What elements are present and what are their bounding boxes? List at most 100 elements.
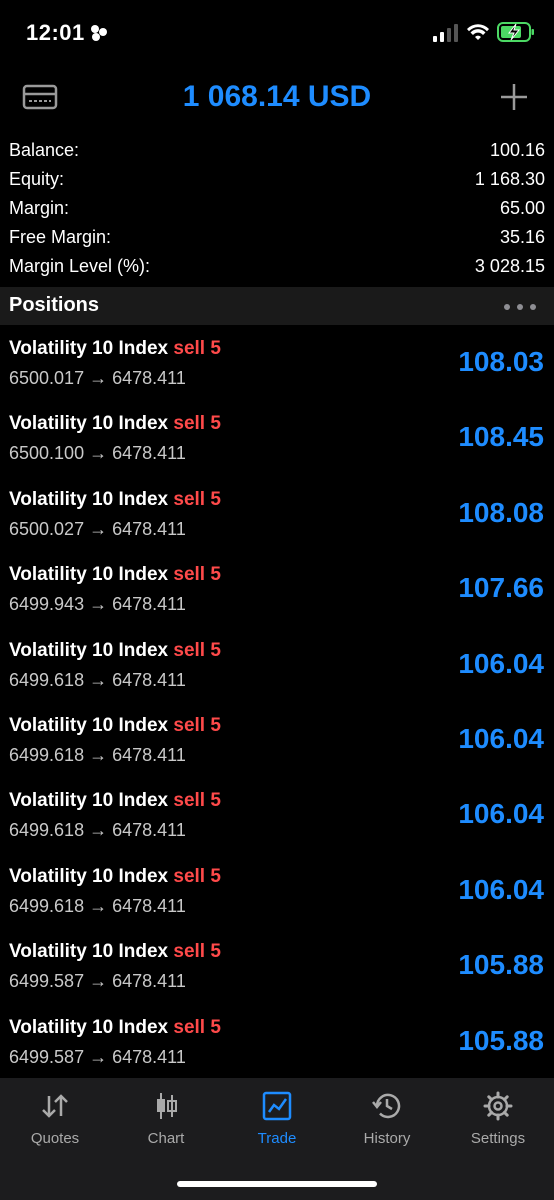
tab-trade[interactable]: Trade: [222, 1078, 332, 1158]
position-symbol: Volatility 10 Index: [9, 413, 169, 435]
position-profit: 108.08: [458, 496, 544, 528]
position-side: sell 5: [173, 338, 221, 359]
position-side: sell 5: [173, 714, 221, 736]
plus-icon[interactable]: [497, 80, 531, 114]
account-header: 1 068.14 USD: [0, 64, 554, 134]
summary-label: Balance:: [9, 140, 80, 160]
gear-icon: [483, 1091, 513, 1121]
position-side: sell 5: [173, 564, 221, 586]
cellular-signal-icon: [433, 24, 458, 42]
summary-label: Margin Level (%):: [9, 256, 151, 276]
position-profit: 108.03: [458, 346, 544, 377]
position-current-price: 6478.411: [112, 368, 186, 388]
position-current-price: 6478.411: [112, 744, 186, 765]
tab-quotes[interactable]: Quotes: [0, 1078, 110, 1158]
position-row[interactable]: Volatility 10 Index sell 5 6500.100 → 64…: [0, 403, 554, 478]
tab-label: Quotes: [30, 1130, 80, 1147]
position-side: sell 5: [173, 488, 221, 510]
battery-charging-icon: [497, 22, 534, 42]
summary-row-free-margin: Free Margin: 35.16: [0, 223, 554, 252]
position-current-price: 6478.411: [112, 443, 186, 464]
position-row[interactable]: Volatility 10 Index sell 5 6499.618 → 64…: [0, 630, 554, 705]
summary-value: 65.00: [499, 198, 545, 218]
position-profit: 106.04: [458, 722, 544, 754]
position-row[interactable]: Volatility 10 Index sell 5 6499.618 → 64…: [0, 856, 554, 931]
position-open-price: 6499.618: [9, 669, 85, 690]
position-symbol: Volatility 10 Index: [9, 714, 169, 736]
position-side: sell 5: [173, 413, 221, 435]
position-open-price: 6499.618: [9, 895, 85, 916]
summary-row-balance: Balance: 100.16: [0, 136, 554, 165]
trade-chart-icon: [262, 1091, 292, 1121]
position-row[interactable]: Volatility 10 Index sell 5 6500.027 → 64…: [0, 479, 554, 554]
more-options-icon[interactable]: [503, 303, 537, 311]
summary-row-margin: Margin: 65.00: [0, 194, 554, 223]
position-side: sell 5: [173, 1016, 221, 1038]
position-side: sell 5: [173, 865, 221, 887]
account-balance-title: 1 068.14 USD: [182, 80, 372, 113]
position-current-price: 6478.411: [112, 895, 186, 916]
position-row[interactable]: Volatility 10 Index sell 5 6499.618 → 64…: [0, 705, 554, 780]
position-current-price: 6478.411: [112, 1046, 186, 1067]
status-bar: 12:01: [0, 0, 554, 64]
status-time: 12:01: [26, 20, 85, 45]
position-row[interactable]: Volatility 10 Index sell 5 6499.587 → 64…: [0, 931, 554, 1006]
summary-value: 35.16: [499, 227, 545, 247]
position-symbol: Volatility 10 Index: [9, 941, 169, 963]
position-symbol: Volatility 10 Index: [9, 865, 169, 887]
position-open-price: 6500.100: [9, 443, 85, 464]
position-current-price: 6478.411: [112, 669, 186, 690]
tab-label: History: [363, 1130, 411, 1147]
summary-label: Margin:: [9, 198, 70, 218]
position-symbol: Volatility 10 Index: [9, 1016, 169, 1038]
position-symbol: Volatility 10 Index: [9, 488, 169, 510]
position-profit: 106.04: [458, 798, 544, 830]
positions-list: Volatility 10 Index sell 5 6500.017 → 64…: [0, 328, 554, 1082]
position-row[interactable]: Volatility 10 Index sell 5 6499.943 → 64…: [0, 554, 554, 629]
position-open-price: 6499.587: [9, 971, 85, 992]
position-open-price: 6499.618: [9, 820, 85, 841]
positions-section-header: Positions: [0, 287, 554, 325]
position-row[interactable]: Volatility 10 Index sell 5 6499.587 → 64…: [0, 1007, 554, 1082]
summary-value: 100.16: [489, 140, 545, 160]
position-symbol: Volatility 10 Index: [9, 564, 169, 586]
home-indicator: [177, 1181, 377, 1187]
position-current-price: 6478.411: [112, 594, 186, 615]
candlestick-icon: [157, 1093, 177, 1119]
summary-label: Equity:: [9, 169, 65, 189]
notification-dots-icon: [91, 25, 107, 41]
position-symbol: Volatility 10 Index: [9, 639, 169, 661]
account-summary: Balance: 100.16 Equity: 1 168.30 Margin:…: [0, 136, 554, 281]
position-side: sell 5: [173, 639, 221, 661]
position-side: sell 5: [173, 790, 221, 812]
position-row[interactable]: Volatility 10 Index sell 5 6499.618 → 64…: [0, 780, 554, 855]
tab-history[interactable]: History: [332, 1078, 442, 1158]
position-profit: 107.66: [458, 572, 544, 604]
position-profit: 105.88: [458, 1024, 544, 1056]
position-row[interactable]: Volatility 10 Index sell 5 6500.017 → 64…: [0, 328, 554, 403]
tab-label: Settings: [470, 1130, 526, 1147]
position-open-price: 6500.027: [9, 518, 85, 539]
summary-value: 3 028.15: [474, 256, 545, 276]
position-current-price: 6478.411: [112, 518, 186, 539]
tab-label: Chart: [147, 1130, 185, 1147]
summary-value: 1 168.30: [474, 169, 545, 189]
wifi-icon: [467, 24, 489, 40]
summary-row-margin-level: Margin Level (%): 3 028.15: [0, 252, 554, 281]
quotes-arrows-icon: [42, 1094, 68, 1118]
position-symbol: Volatility 10 Index: [9, 338, 169, 359]
position-profit: 106.04: [458, 647, 544, 679]
position-current-price: 6478.411: [112, 820, 186, 841]
summary-row-equity: Equity: 1 168.30: [0, 165, 554, 194]
position-current-price: 6478.411: [112, 971, 186, 992]
position-profit: 105.88: [458, 949, 544, 981]
tab-chart[interactable]: Chart: [111, 1078, 221, 1158]
position-symbol: Volatility 10 Index: [9, 790, 169, 812]
position-open-price: 6499.943: [9, 594, 85, 615]
tab-label: Trade: [257, 1130, 297, 1147]
position-side: sell 5: [173, 941, 221, 963]
tab-settings[interactable]: Settings: [443, 1078, 553, 1158]
position-open-price: 6499.587: [9, 1046, 85, 1067]
position-profit: 108.45: [458, 421, 544, 453]
summary-label: Free Margin:: [9, 227, 112, 247]
